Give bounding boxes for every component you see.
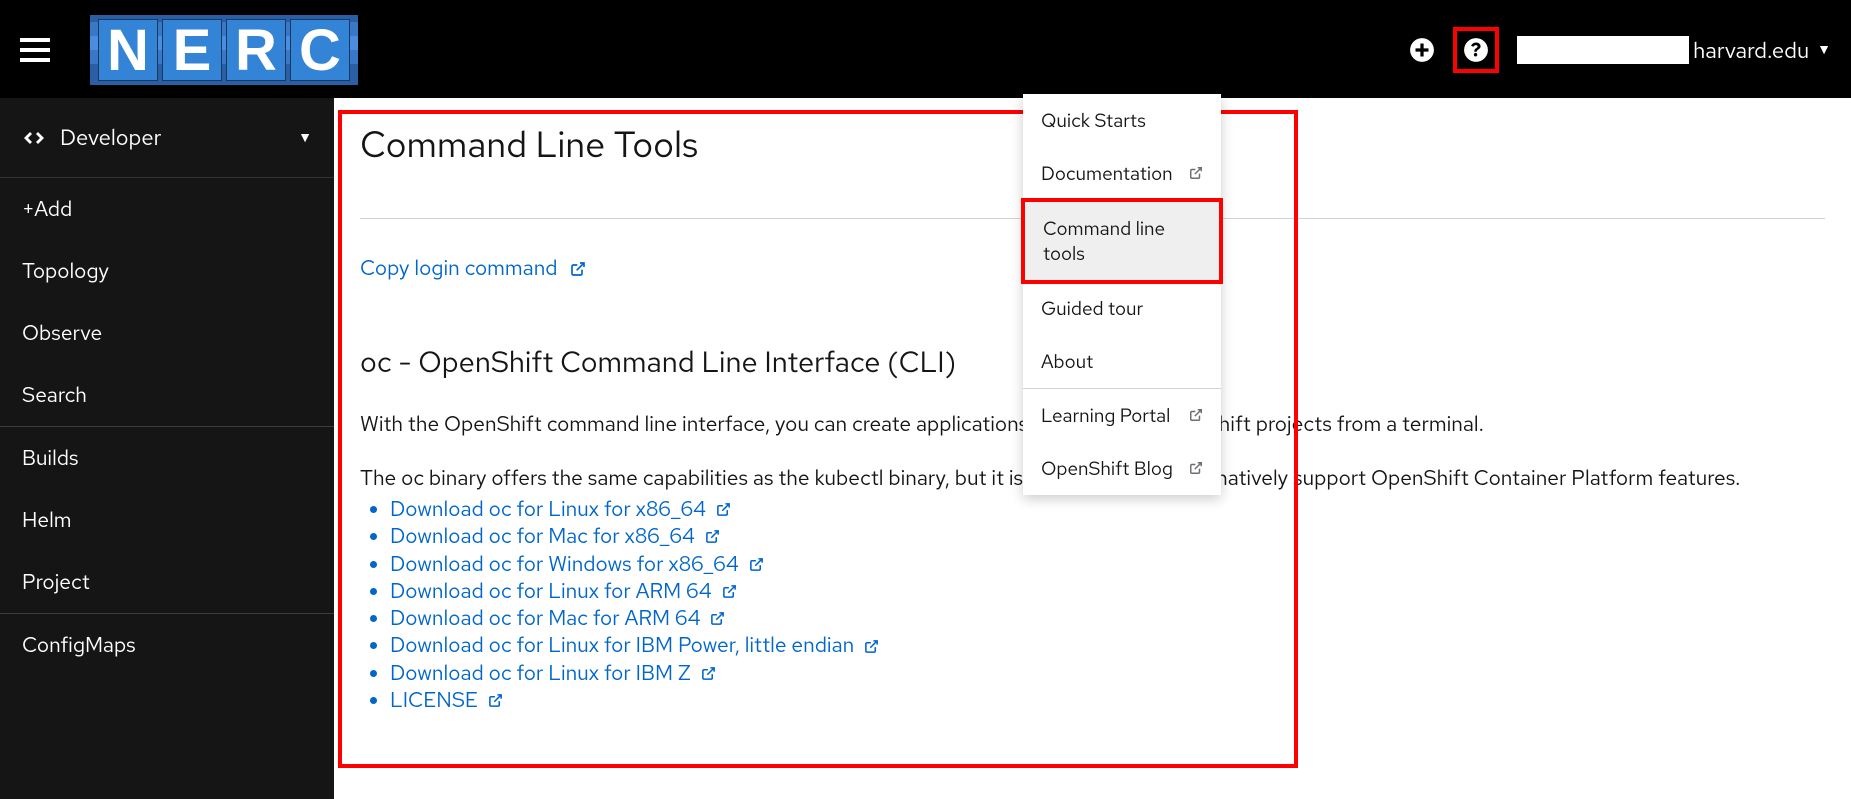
download-link[interactable]: Download oc for Windows for x86_64 — [390, 551, 764, 578]
help-menu-item-label: Documentation — [1041, 161, 1173, 186]
chevron-down-icon: ▼ — [298, 129, 312, 147]
download-link-label: Download oc for Windows for x86_64 — [390, 551, 739, 578]
download-link[interactable]: Download oc for Mac for x86_64 — [390, 523, 720, 550]
help-menu-item[interactable]: Command line tools — [1021, 198, 1223, 284]
external-link-icon — [722, 584, 737, 599]
sidebar: Developer ▼ +Add Topology Observe Search… — [0, 98, 334, 799]
download-link-label: Download oc for Linux for IBM Power, lit… — [390, 632, 854, 659]
help-menu-item-label: Command line tools — [1043, 216, 1201, 266]
sidebar-item-project[interactable]: Project — [0, 551, 334, 613]
sidebar-item-builds[interactable]: Builds — [0, 427, 334, 489]
help-dropdown-menu: Quick Starts Documentation Command line to… — [1023, 94, 1221, 495]
download-link-list: Download oc for Linux for x86_64Download… — [360, 496, 1825, 714]
external-link-icon — [570, 261, 586, 277]
copy-login-command-link[interactable]: Copy login command — [360, 255, 586, 282]
help-menu-item[interactable]: About — [1023, 335, 1221, 388]
caret-down-icon: ▼ — [1817, 41, 1831, 59]
download-link[interactable]: Download oc for Linux for IBM Z — [390, 660, 716, 687]
help-menu-item-label: Guided tour — [1041, 296, 1143, 321]
user-menu[interactable]: harvard.edu ▼ — [1517, 36, 1831, 65]
logo-letter: E — [162, 19, 222, 81]
logo-letter: R — [226, 19, 286, 81]
download-link-item: Download oc for Linux for ARM 64 — [390, 578, 1825, 605]
copy-login-label: Copy login command — [360, 255, 558, 282]
external-link-icon — [1189, 161, 1203, 186]
external-link-icon — [705, 529, 720, 544]
logo-letter: C — [290, 19, 350, 81]
external-link-icon — [488, 693, 503, 708]
external-link-icon — [1189, 403, 1203, 428]
sidebar-item-configmaps[interactable]: ConfigMaps — [0, 614, 334, 676]
sidebar-item-topology[interactable]: Topology — [0, 240, 334, 302]
svg-text:?: ? — [1471, 37, 1481, 63]
download-link-item: Download oc for Linux for IBM Z — [390, 660, 1825, 687]
download-link-item: Download oc for Mac for x86_64 — [390, 523, 1825, 550]
help-menu-button[interactable]: ? — [1453, 27, 1499, 73]
external-link-icon — [864, 639, 879, 654]
download-link[interactable]: Download oc for Linux for IBM Power, lit… — [390, 632, 879, 659]
external-link-icon — [1189, 456, 1203, 481]
sidebar-item-observe[interactable]: Observe — [0, 302, 334, 364]
download-link-label: Download oc for Linux for ARM 64 — [390, 578, 712, 605]
help-menu-item[interactable]: Documentation — [1023, 147, 1221, 200]
download-link[interactable]: Download oc for Linux for x86_64 — [390, 496, 731, 523]
download-link-label: Download oc for Mac for ARM 64 — [390, 605, 700, 632]
masthead: N E R C ? harvard.edu ▼ — [0, 2, 1851, 98]
perspective-label: Developer — [60, 123, 298, 152]
code-icon — [22, 126, 46, 150]
download-link-item: Download oc for Linux for IBM Power, lit… — [390, 632, 1825, 659]
external-link-icon — [749, 557, 764, 572]
download-link-item: Download oc for Linux for x86_64 — [390, 496, 1825, 523]
help-menu-item-label: OpenShift Blog — [1041, 456, 1173, 481]
help-menu-item[interactable]: Quick Starts — [1023, 94, 1221, 147]
external-link-icon — [716, 502, 731, 517]
help-icon: ? — [1463, 37, 1489, 63]
help-menu-item-label: Quick Starts — [1041, 108, 1146, 133]
download-link-item: LICENSE — [390, 687, 1825, 714]
download-link[interactable]: LICENSE — [390, 687, 503, 714]
sidebar-item-add[interactable]: +Add — [0, 178, 334, 240]
download-link[interactable]: Download oc for Mac for ARM 64 — [390, 605, 725, 632]
perspective-switcher[interactable]: Developer ▼ — [0, 98, 334, 178]
hamburger-menu-icon[interactable] — [20, 38, 50, 62]
help-menu-item[interactable]: Guided tour — [1023, 282, 1221, 335]
download-link-label: Download oc for Linux for IBM Z — [390, 660, 691, 687]
plus-icon[interactable] — [1409, 37, 1435, 63]
logo-letter: N — [98, 19, 158, 81]
download-link[interactable]: Download oc for Linux for ARM 64 — [390, 578, 737, 605]
help-menu-item-label: About — [1041, 349, 1093, 374]
download-link-item: Download oc for Mac for ARM 64 — [390, 605, 1825, 632]
external-link-icon — [710, 611, 725, 626]
help-menu-item[interactable]: OpenShift Blog — [1023, 442, 1221, 495]
download-link-item: Download oc for Windows for x86_64 — [390, 551, 1825, 578]
external-link-icon — [701, 666, 716, 681]
download-link-label: Download oc for Linux for x86_64 — [390, 496, 706, 523]
download-link-label: LICENSE — [390, 687, 478, 714]
download-link-label: Download oc for Mac for x86_64 — [390, 523, 695, 550]
sidebar-item-helm[interactable]: Helm — [0, 489, 334, 551]
user-redacted-box — [1517, 36, 1689, 64]
sidebar-item-search[interactable]: Search — [0, 364, 334, 426]
user-domain: harvard.edu — [1693, 36, 1809, 65]
nerc-logo[interactable]: N E R C — [90, 15, 358, 85]
help-menu-item-label: Learning Portal — [1041, 403, 1170, 428]
help-menu-item[interactable]: Learning Portal — [1023, 388, 1221, 442]
